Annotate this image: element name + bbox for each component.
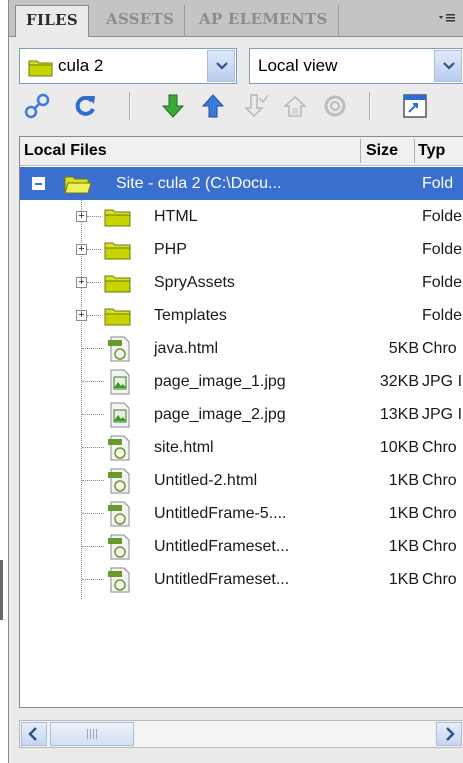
column-size[interactable]: Size xyxy=(366,137,398,164)
row-type: Chro xyxy=(422,505,457,522)
folder-icon xyxy=(104,305,132,332)
row-name: UntitledFrameset... xyxy=(154,538,290,555)
row-type: JPG I xyxy=(422,406,463,423)
html-file-icon xyxy=(106,533,132,566)
expand-icon[interactable]: + xyxy=(76,244,87,255)
tree-row-file[interactable]: UntitledFrameset... 1KB Chro xyxy=(20,563,463,596)
row-name: Templates xyxy=(154,307,227,324)
html-file-icon xyxy=(106,434,132,467)
site-select-value: cula 2 xyxy=(58,56,104,75)
row-type: Chro xyxy=(422,538,457,555)
row-type: Folde xyxy=(422,307,463,324)
view-select[interactable]: Local view xyxy=(249,48,463,84)
html-file-icon xyxy=(106,500,132,533)
folder-icon xyxy=(104,239,132,266)
chevron-down-icon[interactable] xyxy=(207,50,235,82)
row-name: page_image_1.jpg xyxy=(154,373,286,390)
row-type: Folde xyxy=(422,241,463,258)
row-type: Chro xyxy=(422,571,457,588)
check-in-icon[interactable] xyxy=(281,92,309,120)
row-name: Site - cula 2 (C:\Docu... xyxy=(116,175,282,192)
expand-icon[interactable]: + xyxy=(76,310,87,321)
row-type: Chro xyxy=(422,472,457,489)
expand-icon[interactable]: + xyxy=(76,277,87,288)
image-file-icon xyxy=(106,401,132,434)
tab-files[interactable]: FILES xyxy=(15,5,89,37)
row-name: Untitled-2.html xyxy=(154,472,258,489)
list-header: Local Files Size Typ xyxy=(20,137,463,166)
expand-panel-icon[interactable] xyxy=(401,92,429,120)
row-name: PHP xyxy=(154,241,187,258)
row-name: site.html xyxy=(154,439,214,456)
scroll-right-button[interactable] xyxy=(436,722,462,746)
html-file-icon xyxy=(106,335,132,368)
chevron-right-icon xyxy=(446,727,455,741)
synchronize-icon[interactable] xyxy=(321,92,349,120)
view-select-value: Local view xyxy=(258,56,338,75)
tree-row-folder[interactable]: + PHP Folde xyxy=(20,233,463,266)
tree-row-file[interactable]: page_image_2.jpg 13KB JPG I xyxy=(20,398,463,431)
expand-icon[interactable]: + xyxy=(76,211,87,222)
row-size: 1KB xyxy=(388,505,419,522)
chevron-down-icon[interactable] xyxy=(434,50,462,82)
row-type: Folde xyxy=(422,208,463,225)
open-folder-icon xyxy=(64,173,92,200)
tree-row-root[interactable]: Site - cula 2 (C:\Docu... Fold xyxy=(20,167,463,200)
row-size: 32KB xyxy=(379,373,419,390)
horizontal-scrollbar[interactable] xyxy=(19,720,463,748)
panel-resize-grip[interactable] xyxy=(0,560,3,620)
put-files-arrow-up-icon[interactable] xyxy=(199,92,227,120)
html-file-icon xyxy=(106,566,132,599)
tree-row-file[interactable]: page_image_1.jpg 32KB JPG I xyxy=(20,365,463,398)
get-files-arrow-down-icon[interactable] xyxy=(159,92,187,120)
refresh-icon[interactable] xyxy=(71,92,99,120)
folder-icon xyxy=(104,206,132,233)
scroll-left-button[interactable] xyxy=(21,722,47,746)
tree-row-file[interactable]: site.html 10KB Chro xyxy=(20,431,463,464)
collapse-icon[interactable] xyxy=(32,177,45,190)
row-name: page_image_2.jpg xyxy=(154,406,286,423)
row-type: Folde xyxy=(422,274,463,291)
tree-row-file[interactable]: UntitledFrameset... 1KB Chro xyxy=(20,530,463,563)
panel-tab-bar: FILES ASSETS AP ELEMENTS xyxy=(9,0,463,37)
row-name: UntitledFrameset... xyxy=(154,571,290,588)
tree-row-folder[interactable]: + Templates Folde xyxy=(20,299,463,332)
column-local-files[interactable]: Local Files xyxy=(24,137,107,164)
folder-icon xyxy=(28,57,54,81)
scroll-thumb[interactable] xyxy=(50,722,134,746)
row-size: 1KB xyxy=(388,472,419,489)
panel-options-menu-icon[interactable] xyxy=(436,8,458,28)
row-size: 1KB xyxy=(388,571,419,588)
check-out-icon[interactable] xyxy=(241,92,269,120)
tree-row-file[interactable]: Untitled-2.html 1KB Chro xyxy=(20,464,463,497)
row-size: 13KB xyxy=(379,406,419,423)
image-file-icon xyxy=(106,368,132,401)
tree-row-file[interactable]: UntitledFrame-5.... 1KB Chro xyxy=(20,497,463,530)
tab-assets[interactable]: ASSETS xyxy=(96,5,186,36)
tree-row-folder[interactable]: + SpryAssets Folde xyxy=(20,266,463,299)
tree-row-folder[interactable]: + HTML Folde xyxy=(20,200,463,233)
row-type: Chro xyxy=(422,340,457,357)
row-name: SpryAssets xyxy=(154,274,235,291)
tree-row-file[interactable]: java.html 5KB Chro xyxy=(20,332,463,365)
row-type: JPG I xyxy=(422,373,463,390)
local-files-list[interactable]: Local Files Size Typ Site - cula 2 (C:\D… xyxy=(19,136,463,708)
tab-ap-elements[interactable]: AP ELEMENTS xyxy=(189,5,339,36)
folder-icon xyxy=(104,272,132,299)
row-name: HTML xyxy=(154,208,198,225)
row-size: 10KB xyxy=(379,439,419,456)
row-type: Fold xyxy=(422,175,454,192)
row-size: 1KB xyxy=(388,538,419,555)
html-file-icon xyxy=(106,467,132,500)
column-type[interactable]: Typ xyxy=(418,137,445,164)
row-name: UntitledFrame-5.... xyxy=(154,505,287,522)
files-toolbar xyxy=(9,86,463,126)
row-type: Chro xyxy=(422,439,457,456)
chevron-left-icon xyxy=(28,727,37,741)
connect-icon[interactable] xyxy=(23,92,51,120)
row-size: 5KB xyxy=(388,340,419,357)
row-name: java.html xyxy=(154,340,219,357)
site-select[interactable]: cula 2 xyxy=(19,48,237,84)
files-panel: FILES ASSETS AP ELEMENTS cula 2 Local vi… xyxy=(8,0,463,763)
